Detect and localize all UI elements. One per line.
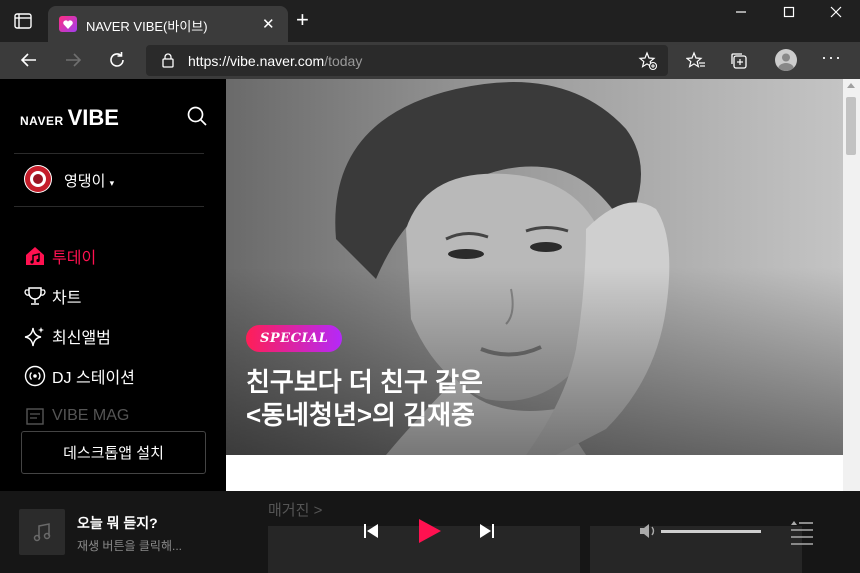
add-favorite-icon[interactable]: [638, 51, 658, 71]
music-note-icon: [33, 523, 51, 542]
trophy-icon: [24, 285, 46, 307]
track-title: 오늘 뭐 듣지?: [77, 515, 158, 531]
collections-icon[interactable]: [729, 51, 749, 71]
logo-naver: NAVER: [20, 114, 64, 128]
sidebar-item-new-albums[interactable]: 최신앨범: [24, 324, 111, 348]
refresh-button[interactable]: [105, 50, 129, 72]
scroll-thumb[interactable]: [846, 97, 856, 155]
install-desktop-app-button[interactable]: 데스크톱앱 설치: [21, 431, 206, 474]
tab-close-icon[interactable]: ✕: [262, 15, 275, 33]
lock-icon[interactable]: [162, 53, 174, 73]
player-bar: 매거진 > 오늘 뭐 듣지? 재생 버튼을 클릭해...: [0, 491, 860, 573]
logo-vibe: VIBE: [67, 105, 119, 130]
more-menu-icon[interactable]: ···: [821, 47, 842, 68]
browser-toolbar: https://vibe.naver.com/today ···: [0, 42, 860, 79]
search-icon[interactable]: [186, 105, 208, 132]
hero-title[interactable]: 친구보다 더 친구 같은 <동네청년>의 김재중: [246, 366, 666, 432]
sidebar-item-vibe-mag[interactable]: VIBE MAG: [24, 404, 129, 428]
play-button[interactable]: [417, 518, 443, 549]
vibe-logo[interactable]: NAVER VIBE: [20, 105, 119, 131]
radio-icon: [24, 365, 46, 387]
vibe-favicon-icon: [59, 16, 77, 32]
profile-avatar[interactable]: [775, 49, 797, 71]
volume-icon[interactable]: [639, 523, 657, 544]
album-art-placeholder[interactable]: [19, 509, 65, 555]
home-icon: [24, 245, 46, 267]
divider: [14, 206, 204, 207]
forward-button[interactable]: [61, 50, 85, 72]
volume-slider[interactable]: [661, 530, 761, 533]
playlist-queue-icon[interactable]: [789, 519, 815, 550]
url-text[interactable]: https://vibe.naver.com/today: [188, 53, 362, 69]
volume-slider-fill: [661, 530, 761, 533]
sidebar-item-chart[interactable]: 차트: [24, 284, 81, 308]
track-subtitle: 재생 버튼을 클릭해...: [77, 539, 182, 553]
browser-titlebar: NAVER VIBE(바이브) ✕ +: [0, 0, 860, 42]
next-track-button[interactable]: [478, 518, 496, 549]
maximize-button[interactable]: [769, 5, 809, 27]
tab-title: NAVER VIBE(바이브): [86, 19, 208, 34]
sidebar-item-dj-station[interactable]: DJ 스테이션: [24, 364, 135, 388]
new-tab-button[interactable]: +: [296, 9, 309, 31]
close-window-button[interactable]: [816, 5, 856, 27]
avatar[interactable]: [24, 165, 52, 193]
address-bar[interactable]: https://vibe.naver.com/today: [146, 45, 668, 76]
previous-track-button[interactable]: [362, 518, 380, 549]
back-button[interactable]: [17, 50, 41, 72]
sidebar: NAVER VIBE 영댕이 ▾ 투데이 차트 최신앨범 DJ 스테이션 VIB…: [0, 79, 226, 491]
profile-name[interactable]: 영댕이 ▾: [64, 170, 114, 191]
hero-banner[interactable]: SPECIAL 친구보다 더 친구 같은 <동네청년>의 김재중: [226, 79, 843, 455]
favorites-icon[interactable]: [685, 51, 706, 71]
page-scrollbar[interactable]: [843, 79, 860, 491]
special-badge: SPECIAL: [246, 325, 343, 352]
section-title-peek[interactable]: 매거진 >: [268, 499, 322, 520]
sparkle-icon: [24, 325, 46, 347]
tab-actions-icon[interactable]: [14, 13, 32, 29]
peek-card: [590, 526, 802, 573]
divider: [14, 153, 204, 154]
scroll-up-arrow-icon[interactable]: [847, 83, 855, 88]
sidebar-item-today[interactable]: 투데이: [24, 244, 96, 268]
minimize-button[interactable]: [721, 5, 761, 27]
main-content: SPECIAL 친구보다 더 친구 같은 <동네청년>의 김재중: [226, 79, 843, 491]
magazine-icon: [24, 405, 46, 427]
browser-tab[interactable]: NAVER VIBE(바이브) ✕: [48, 6, 288, 42]
